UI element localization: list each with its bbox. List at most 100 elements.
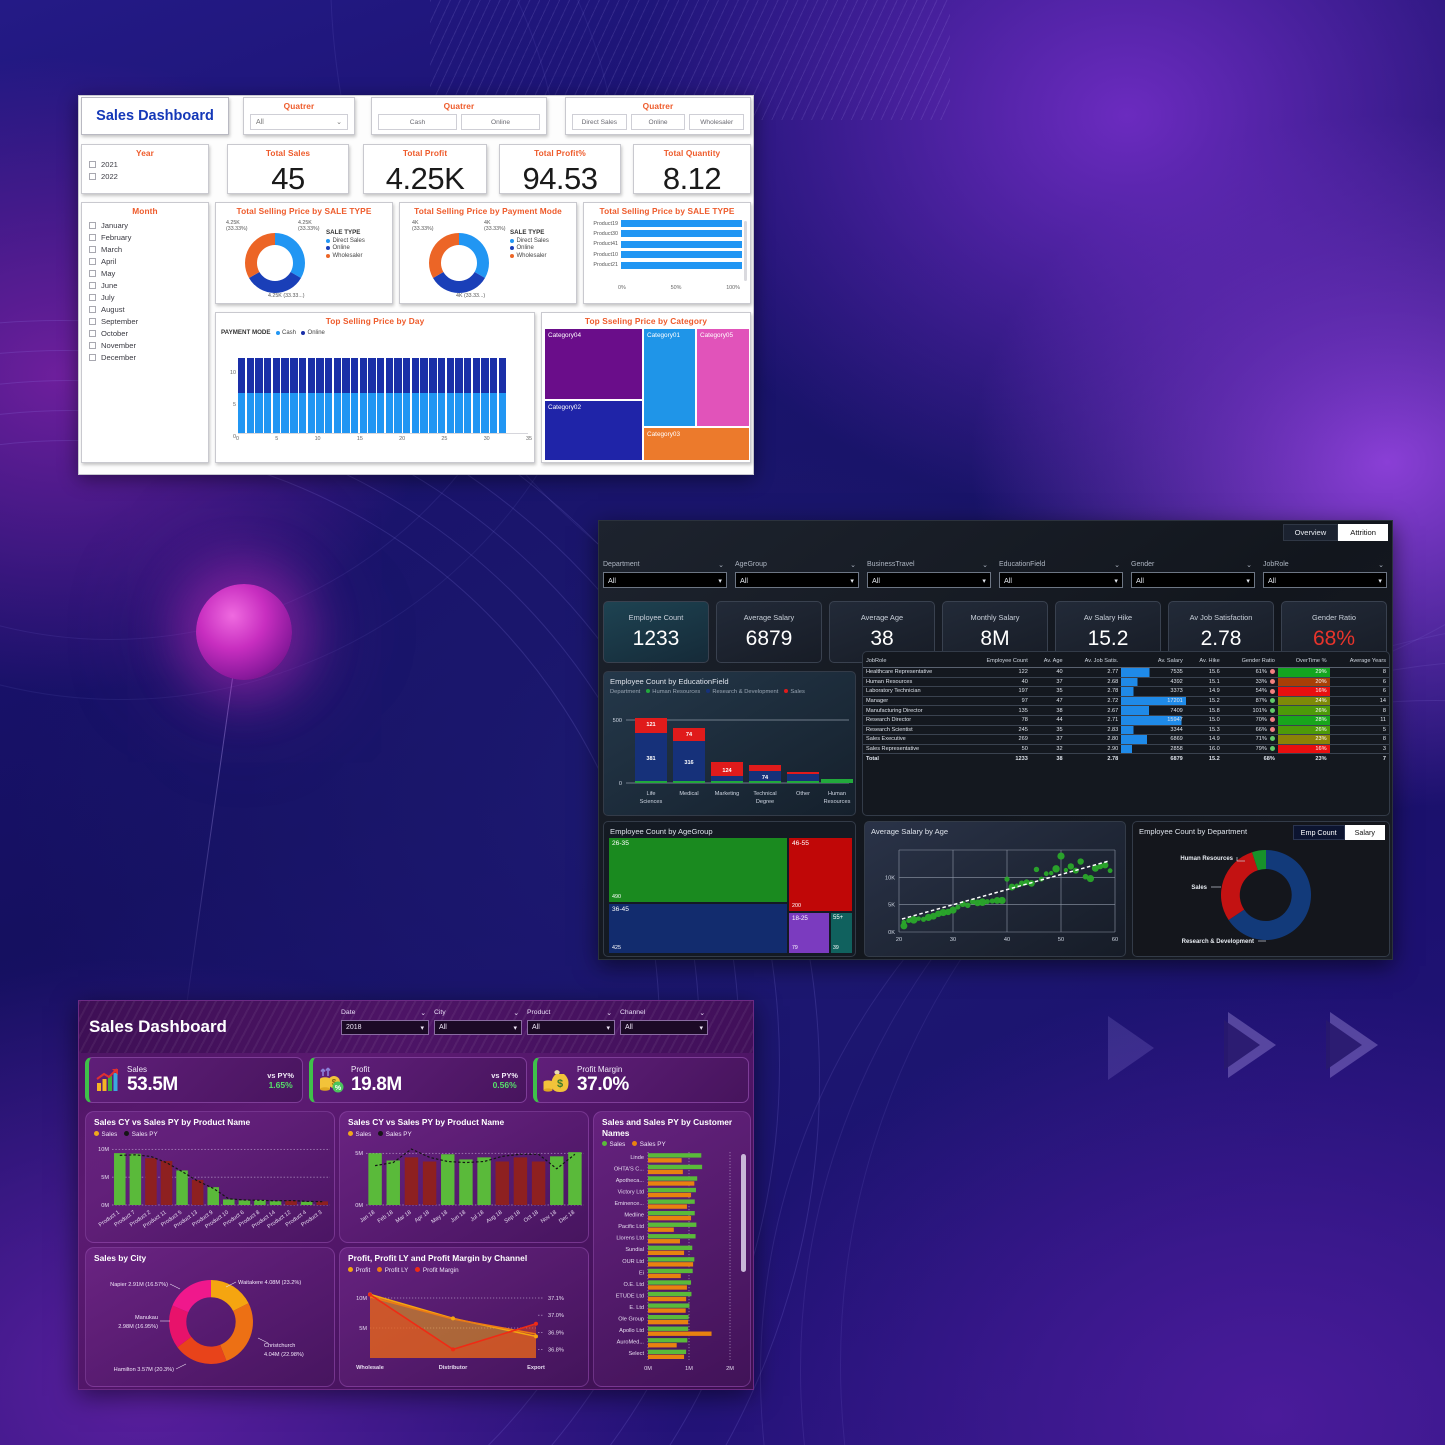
sale-type-buttons[interactable]: Direct Sales Online Wholesaler xyxy=(566,111,750,130)
checkbox-icon[interactable] xyxy=(89,222,96,229)
stacked-bar[interactable] xyxy=(412,358,419,433)
chevron-down-icon[interactable]: ⌄ xyxy=(850,561,856,569)
payment-mode-buttons[interactable]: Cash Online xyxy=(372,111,546,130)
legend-item[interactable]: Sales xyxy=(94,1131,117,1138)
table-row[interactable]: Research Scientist 245 35 2.83 3344 15.3 66% 26… xyxy=(863,725,1389,735)
chevron-down-icon[interactable]: ⌄ xyxy=(718,561,724,569)
checkbox-icon[interactable] xyxy=(89,258,96,265)
month-option[interactable]: January xyxy=(82,219,208,231)
stacked-bar[interactable] xyxy=(255,358,262,433)
month-option[interactable]: December xyxy=(82,351,208,363)
button-direct-sales[interactable]: Direct Sales xyxy=(572,114,627,130)
month-option[interactable]: February xyxy=(82,231,208,243)
chevron-down-icon[interactable]: ▾ xyxy=(1246,576,1250,585)
treemap-node-46-55[interactable]: 46-55 200 xyxy=(789,838,852,911)
treemap-node-55plus[interactable]: 55+ 39 xyxy=(831,913,852,953)
stacked-bar[interactable] xyxy=(342,358,349,433)
column-header[interactable]: Av. Hike xyxy=(1186,656,1223,668)
treemap-node-18-25[interactable]: 18-25 79 xyxy=(789,913,829,953)
slicer-dropdown[interactable]: All ▾ xyxy=(620,1020,708,1035)
stacked-bar[interactable] xyxy=(264,358,271,433)
checkbox-icon[interactable] xyxy=(89,342,96,349)
table-body[interactable]: Healthcare Representative 122 40 2.77 7535 15… xyxy=(863,668,1389,763)
quatrer-dropdown[interactable]: All ⌄ xyxy=(250,114,348,130)
slicer-dropdown[interactable]: All ▾ xyxy=(1131,572,1255,588)
bar-row[interactable]: Product21 xyxy=(590,262,742,269)
month-option[interactable]: June xyxy=(82,279,208,291)
checkbox-icon[interactable] xyxy=(89,161,96,168)
checkbox-icon[interactable] xyxy=(89,246,96,253)
treemap-node-category01[interactable]: Category01 xyxy=(644,329,695,426)
chart-legend[interactable]: Sales Sales PY xyxy=(340,1128,588,1138)
column-header[interactable]: Av. Job Satis. xyxy=(1066,656,1122,668)
month-option[interactable]: July xyxy=(82,291,208,303)
stacked-bar[interactable] xyxy=(273,358,280,433)
slicer-dropdown[interactable]: All ▾ xyxy=(527,1020,615,1035)
chart-legend[interactable]: Sales Sales PY xyxy=(86,1128,334,1138)
stacked-bar[interactable] xyxy=(447,358,454,433)
stacked-bar[interactable] xyxy=(325,358,332,433)
stacked-bar[interactable] xyxy=(464,358,471,433)
slicer-dropdown[interactable]: All ▾ xyxy=(1263,572,1387,588)
legend-item[interactable]: Profit Margin xyxy=(415,1267,458,1274)
legend-item[interactable]: Research & Development xyxy=(706,689,778,695)
legend-item[interactable]: Online xyxy=(326,245,365,251)
tab-overview[interactable]: Overview xyxy=(1283,524,1339,541)
chevron-down-icon[interactable]: ▾ xyxy=(699,1024,703,1032)
legend-item[interactable]: Sales PY xyxy=(378,1131,411,1138)
chart-legend[interactable]: Profit Profit LY Profit Margin xyxy=(340,1264,588,1274)
legend-item[interactable]: Online xyxy=(301,330,325,336)
month-option[interactable]: May xyxy=(82,267,208,279)
legend-item[interactable]: Cash xyxy=(276,330,297,336)
legend-item[interactable]: Direct Sales xyxy=(510,238,549,244)
treemap-node-category03[interactable]: Category03 xyxy=(644,428,749,460)
legend-item[interactable]: Online xyxy=(510,245,549,251)
month-option[interactable]: April xyxy=(82,255,208,267)
stacked-bar[interactable] xyxy=(247,358,254,433)
slicer-product[interactable]: Product ⌄ All ▾ xyxy=(527,1009,615,1035)
chevron-down-icon[interactable]: ▾ xyxy=(513,1024,517,1032)
legend-item[interactable]: Sales xyxy=(348,1131,371,1138)
treemap-node-category05[interactable]: Category05 xyxy=(697,329,749,426)
table-jobrole[interactable]: JobRole Employee Count Av. Age Av. Job Sati… xyxy=(862,651,1390,816)
chevron-down-icon[interactable]: ⌄ xyxy=(606,1009,612,1017)
slicer-dropdown[interactable]: 2018 ▾ xyxy=(341,1020,429,1035)
stacked-bar[interactable] xyxy=(334,358,341,433)
month-option[interactable]: August xyxy=(82,303,208,315)
checkbox-icon[interactable] xyxy=(89,270,96,277)
stacked-bar[interactable] xyxy=(420,358,427,433)
tab-salary[interactable]: Salary xyxy=(1345,825,1385,840)
hr-tab-bar[interactable]: Overview Attrition xyxy=(1283,524,1388,541)
slicer-educationfield[interactable]: EducationField ⌄ All ▾ xyxy=(999,561,1123,588)
table-row[interactable]: Manufacturing Director 135 38 2.67 7409 15.8 1… xyxy=(863,706,1389,716)
slicer-quatrer-payment[interactable]: Quatrer Cash Online xyxy=(371,97,547,135)
slicer-dropdown[interactable]: All ▾ xyxy=(735,572,859,588)
stacked-bar[interactable] xyxy=(394,358,401,433)
stacked-bar[interactable] xyxy=(438,358,445,433)
chevron-down-icon[interactable]: ⌄ xyxy=(513,1009,519,1017)
sales-dashboard-purple[interactable]: Sales Dashboard Date ⌄ 2018 ▾ City ⌄ All ▾ Produ… xyxy=(78,1000,754,1390)
slicer-date[interactable]: Date ⌄ 2018 ▾ xyxy=(341,1009,429,1035)
legend-item[interactable]: Wholesaler xyxy=(510,253,549,259)
slicer-dropdown[interactable]: All ▾ xyxy=(999,572,1123,588)
bar-row[interactable]: Product41 xyxy=(590,241,742,248)
checkbox-icon[interactable] xyxy=(89,354,96,361)
table-row[interactable]: Sales Executive 269 37 2.80 6869 14.9 71% 23% 8 xyxy=(863,735,1389,745)
stacked-bar[interactable] xyxy=(281,358,288,433)
column-header[interactable]: Average Years xyxy=(1330,656,1389,668)
treemap-node-category04[interactable]: Category04 xyxy=(545,329,642,399)
stacked-bar[interactable] xyxy=(403,358,410,433)
stacked-bar[interactable] xyxy=(490,358,497,433)
table-row[interactable]: Laboratory Technician 197 35 2.78 3373 14.9 54… xyxy=(863,687,1389,697)
checkbox-icon[interactable] xyxy=(89,294,96,301)
treemap-node-category02[interactable]: Category02 xyxy=(545,401,642,460)
chevron-down-icon[interactable]: ▾ xyxy=(718,576,722,585)
button-wholesaler[interactable]: Wholesaler xyxy=(689,114,744,130)
month-list[interactable]: January February March April May June July Augu… xyxy=(82,219,208,363)
treemap-node-36-45[interactable]: 36-45 425 xyxy=(609,904,787,953)
sales-dashboard-light[interactable]: Sales Dashboard Quatrer All ⌄ Quatrer Ca… xyxy=(78,95,754,475)
column-header[interactable]: Av. Age xyxy=(1031,656,1066,668)
slicer-channel[interactable]: Channel ⌄ All ▾ xyxy=(620,1009,708,1035)
stacked-bar[interactable] xyxy=(238,358,245,433)
chevron-down-icon[interactable]: ⌄ xyxy=(1246,561,1252,569)
